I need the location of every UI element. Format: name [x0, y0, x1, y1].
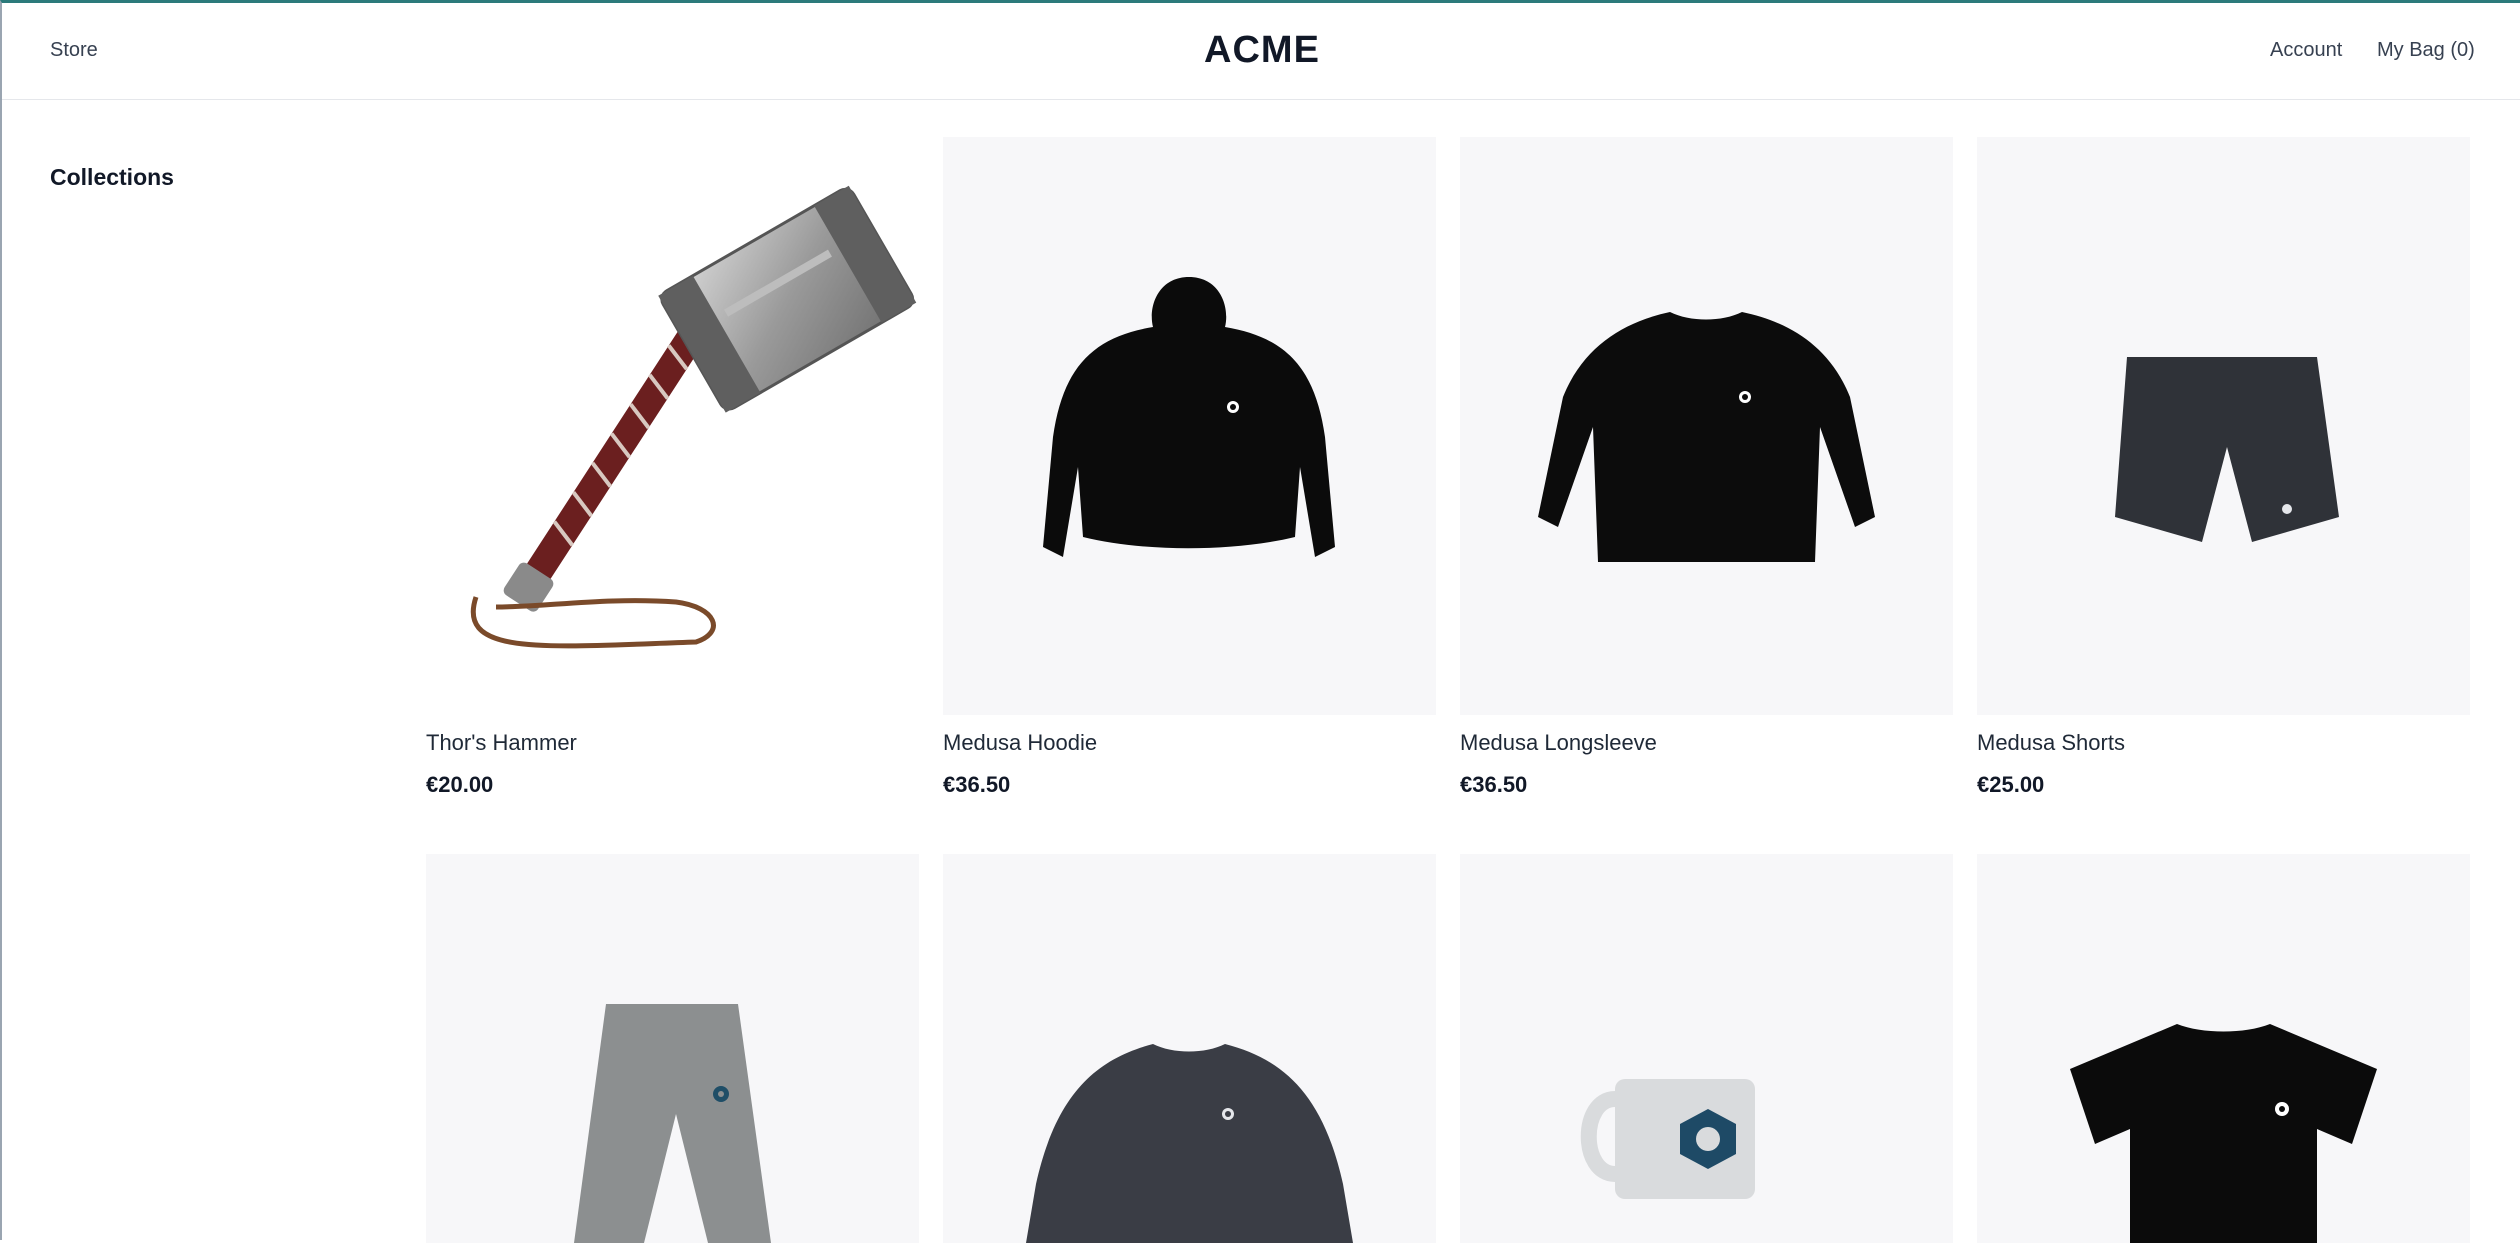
product-thumbnail[interactable]: [1460, 137, 1953, 715]
product-title[interactable]: Thor's Hammer: [426, 730, 577, 756]
product-thumbnail[interactable]: [1460, 854, 1953, 1243]
acme-logo-link[interactable]: ACME: [1204, 29, 1320, 71]
my-bag-link[interactable]: My Bag (0): [2377, 39, 2475, 62]
shorts-image: [2115, 357, 2339, 542]
product-title[interactable]: Medusa Hoodie: [943, 730, 1097, 756]
product-price: €36.50: [943, 772, 1011, 797]
longsleeve-image: [1538, 312, 1875, 562]
product-thumbnail[interactable]: [1977, 137, 2470, 715]
product-price: €36.50: [1460, 772, 1528, 797]
mug-image: [1580, 1079, 1755, 1199]
sweatpants-image: [574, 1004, 771, 1243]
logo-container: ACME: [2, 29, 2520, 72]
hoodie-image: [1043, 277, 1335, 557]
product-thumbnail[interactable]: [1977, 854, 2470, 1243]
tshirt-image: [2070, 1024, 2377, 1243]
product-price: €20.00: [426, 772, 494, 797]
product-price: €25.00: [1977, 772, 2045, 797]
product-thumbnail[interactable]: [943, 137, 1436, 715]
product-title[interactable]: Medusa Shorts: [1977, 730, 2125, 756]
product-title[interactable]: Medusa Longsleeve: [1460, 730, 1657, 756]
store-link[interactable]: Store: [50, 39, 98, 62]
sweatshirt-image: [1026, 1044, 1353, 1243]
product-thumbnail[interactable]: [426, 854, 919, 1243]
product-thumbnail[interactable]: [943, 854, 1436, 1243]
collections-heading: Collections: [50, 164, 174, 190]
account-link[interactable]: Account: [2270, 39, 2342, 62]
hammer-image: [470, 185, 917, 649]
product-thumbnail[interactable]: [426, 137, 919, 715]
top-navigation-bar: Store ACME Account My Bag (0): [2, 3, 2520, 100]
